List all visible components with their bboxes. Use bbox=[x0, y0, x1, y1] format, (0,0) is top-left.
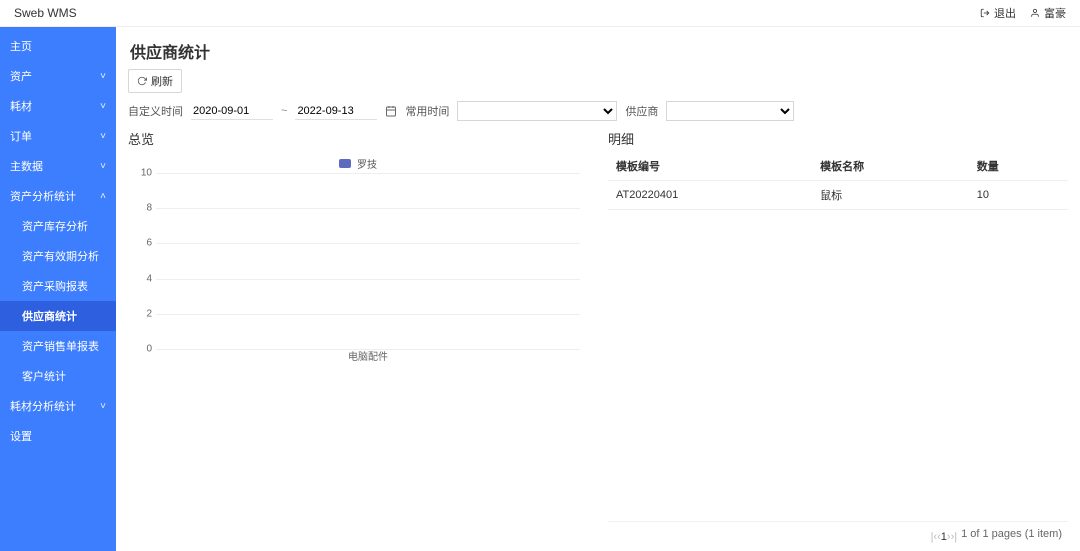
y-tick: 0 bbox=[128, 344, 152, 355]
sidebar-item[interactable]: 资产库存分析 bbox=[0, 211, 116, 241]
topbar: Sweb WMS 退出 富豪 bbox=[0, 0, 1080, 27]
logout-label: 退出 bbox=[994, 5, 1016, 21]
supplier-label: 供应商 bbox=[625, 103, 658, 119]
overview-pane: 总览 罗技 电脑配件 0 2 4 6 8 10 bbox=[128, 129, 588, 545]
refresh-label: 刷新 bbox=[151, 73, 173, 89]
sidebar-item-label: 耗材分析统计 bbox=[10, 398, 76, 414]
chevron-down-icon: ˅ bbox=[100, 161, 106, 172]
detail-title: 明细 bbox=[608, 129, 1068, 148]
sidebar-item-label: 客户统计 bbox=[22, 368, 66, 384]
table-cell: AT20220401 bbox=[608, 181, 812, 210]
table-header: 模板编号 bbox=[608, 152, 812, 181]
chevron-down-icon: ˅ bbox=[100, 101, 106, 112]
range-label: 自定义时间 bbox=[128, 103, 183, 119]
sidebar-item[interactable]: 主数据 ˅ bbox=[0, 151, 116, 181]
chart: 罗技 电脑配件 0 2 4 6 8 10 bbox=[128, 152, 588, 545]
sidebar-item-label: 资产销售单报表 bbox=[22, 338, 99, 354]
x-axis-label: 电脑配件 bbox=[156, 348, 580, 363]
plot-area: 电脑配件 0246810 bbox=[128, 173, 580, 363]
sidebar-item-label: 资产采购报表 bbox=[22, 278, 88, 294]
app-name: Sweb WMS bbox=[14, 6, 77, 20]
detail-table: 模板编号模板名称数量 AT20220401鼠标10 bbox=[608, 152, 1068, 210]
legend-swatch bbox=[339, 159, 351, 168]
sidebar-item-label: 资产分析统计 bbox=[10, 188, 76, 204]
y-tick: 4 bbox=[128, 273, 152, 284]
toolbar: 刷新 bbox=[128, 69, 1068, 93]
sidebar-item[interactable]: 资产 ˅ bbox=[0, 61, 116, 91]
pager-last-icon[interactable]: ›| bbox=[951, 531, 958, 543]
table-header: 数量 bbox=[969, 152, 1068, 181]
sidebar-item[interactable]: 耗材分析统计 ˅ bbox=[0, 391, 116, 421]
refresh-button[interactable]: 刷新 bbox=[128, 69, 182, 93]
main: 供应商统计 刷新 自定义时间 ~ 常用时间 供应商 bbox=[116, 27, 1080, 551]
table-row[interactable]: AT20220401鼠标10 bbox=[608, 181, 1068, 210]
start-date-input[interactable] bbox=[191, 103, 273, 120]
sidebar-item[interactable]: 耗材 ˅ bbox=[0, 91, 116, 121]
page-title: 供应商统计 bbox=[130, 39, 1068, 63]
overview-title: 总览 bbox=[128, 129, 588, 148]
supplier-select[interactable] bbox=[666, 101, 794, 121]
table-cell: 10 bbox=[969, 181, 1068, 210]
sidebar-item-label: 设置 bbox=[10, 428, 32, 444]
period-label: 常用时间 bbox=[405, 103, 449, 119]
chevron-down-icon: ˅ bbox=[100, 71, 106, 82]
table-cell: 鼠标 bbox=[812, 181, 969, 210]
user-icon bbox=[1030, 8, 1040, 18]
sidebar-item[interactable]: 供应商统计 bbox=[0, 301, 116, 331]
legend: 罗技 bbox=[128, 156, 588, 171]
legend-label: 罗技 bbox=[357, 156, 377, 171]
sidebar-item[interactable]: 客户统计 bbox=[0, 361, 116, 391]
detail-pane: 明细 模板编号模板名称数量 AT20220401鼠标10 |‹ ‹ 1 › ›| bbox=[608, 129, 1068, 545]
sidebar-item-label: 订单 bbox=[10, 128, 32, 144]
chevron-down-icon: ˅ bbox=[100, 131, 106, 142]
range-separator: ~ bbox=[281, 105, 287, 117]
logout-icon bbox=[980, 8, 990, 18]
y-tick: 10 bbox=[128, 168, 152, 179]
chevron-down-icon: ˅ bbox=[100, 401, 106, 412]
user-label: 富豪 bbox=[1044, 5, 1066, 21]
sidebar-item-label: 资产 bbox=[10, 68, 32, 84]
calendar-icon[interactable] bbox=[385, 105, 397, 117]
sidebar-item-label: 供应商统计 bbox=[22, 308, 77, 324]
pager-summary: 1 of 1 pages (1 item) bbox=[961, 528, 1062, 540]
refresh-icon bbox=[137, 76, 147, 86]
logout-button[interactable]: 退出 bbox=[980, 5, 1016, 21]
y-tick: 2 bbox=[128, 308, 152, 319]
sidebar-item[interactable]: 主页 bbox=[0, 31, 116, 61]
sidebar-item-label: 资产库存分析 bbox=[22, 218, 88, 234]
period-select[interactable] bbox=[457, 101, 617, 121]
sidebar-item-label: 主数据 bbox=[10, 158, 43, 174]
table-header: 模板名称 bbox=[812, 152, 969, 181]
sidebar-item-label: 主页 bbox=[10, 38, 32, 54]
user-button[interactable]: 富豪 bbox=[1030, 5, 1066, 21]
sidebar-item[interactable]: 资产分析统计 ˄ bbox=[0, 181, 116, 211]
y-tick: 8 bbox=[128, 203, 152, 214]
sidebar-item[interactable]: 订单 ˅ bbox=[0, 121, 116, 151]
pager: |‹ ‹ 1 › ›| 1 of 1 pages (1 item) bbox=[608, 521, 1068, 545]
y-tick: 6 bbox=[128, 238, 152, 249]
sidebar-item[interactable]: 资产采购报表 bbox=[0, 271, 116, 301]
sidebar-item-label: 耗材 bbox=[10, 98, 32, 114]
end-date-input[interactable] bbox=[295, 103, 377, 120]
filter-bar: 自定义时间 ~ 常用时间 供应商 bbox=[128, 101, 1068, 121]
sidebar-item-label: 资产有效期分析 bbox=[22, 248, 99, 264]
chevron-up-icon: ˄ bbox=[100, 191, 106, 202]
top-actions: 退出 富豪 bbox=[980, 5, 1066, 21]
sidebar-item[interactable]: 资产销售单报表 bbox=[0, 331, 116, 361]
sidebar-item[interactable]: 资产有效期分析 bbox=[0, 241, 116, 271]
pager-controls: |‹ ‹ 1 › ›| bbox=[927, 525, 962, 543]
sidebar: 主页资产 ˅ 耗材 ˅ 订单 ˅ 主数据 ˅ 资产分析统计 ˄ 资产库存分析资产有效期分析资产采购报… bbox=[0, 27, 116, 551]
sidebar-item[interactable]: 设置 bbox=[0, 421, 116, 451]
